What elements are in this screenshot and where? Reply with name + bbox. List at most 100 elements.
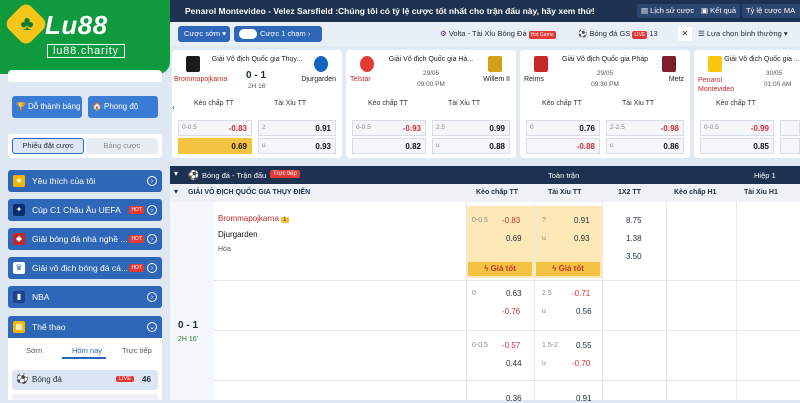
good-price-badge[interactable]: ϟ Giá tốt bbox=[468, 262, 532, 276]
odds-cell[interactable]: -0.70 bbox=[572, 359, 590, 368]
odds-cell[interactable]: -0.88 bbox=[526, 138, 600, 154]
sidebar-item-ucl[interactable]: ✦ Cúp C1 Châu Âu UEFA HOT › bbox=[8, 199, 162, 221]
odds-cell[interactable]: u 0.86 bbox=[606, 138, 684, 154]
odds-cell[interactable] bbox=[780, 120, 800, 136]
ou-line: ? bbox=[542, 217, 546, 224]
subtab-early[interactable]: Sớm bbox=[26, 346, 42, 355]
odds-cell[interactable]: u 0.93 bbox=[258, 138, 336, 154]
toggle-switch[interactable] bbox=[239, 29, 257, 39]
odds-cell[interactable]: -0.76 bbox=[502, 307, 520, 316]
chevron-left-icon[interactable]: ‹ bbox=[172, 102, 175, 112]
odds-cell[interactable] bbox=[780, 138, 800, 154]
card-score: 0 - 1 bbox=[246, 70, 267, 81]
collapse-icon[interactable]: ▾ bbox=[174, 169, 178, 178]
card-away-team: Willem II bbox=[483, 76, 510, 83]
home-team[interactable]: Brommapojkarna 1 bbox=[218, 214, 289, 223]
card-league: Giải Vô địch Quốc gia Pháp bbox=[562, 56, 648, 63]
odds-type-button[interactable]: Tỷ lệ cược MA bbox=[742, 4, 800, 18]
odds-cell[interactable]: 0-0.5 -0.93 bbox=[352, 120, 426, 136]
sport-row-next[interactable] bbox=[12, 394, 158, 400]
odds-cell[interactable]: 0.44 bbox=[506, 359, 522, 368]
odds-cell[interactable]: 2-2.5 -0.98 bbox=[606, 120, 684, 136]
odds-cell[interactable]: 0.55 bbox=[576, 341, 592, 350]
odds-cell[interactable]: 0.91 bbox=[576, 394, 592, 403]
match-card[interactable]: Giải Vô địch Quốc gia Hà... Telstar 29/0… bbox=[346, 50, 516, 158]
match-card[interactable]: Giải Vô địch Quốc gia Thụy... Brommapojk… bbox=[172, 50, 342, 158]
odds-cell[interactable]: 0.93 bbox=[574, 234, 590, 243]
col-divider bbox=[666, 202, 667, 400]
odds-cell[interactable]: -0.83 bbox=[502, 216, 520, 225]
good-price-badge[interactable]: ϟ Giá tốt bbox=[536, 262, 600, 276]
odds-cell[interactable]: u 0.88 bbox=[432, 138, 510, 154]
early-bets-button[interactable]: Cược sớm ▾ bbox=[178, 26, 230, 42]
room-icon: 🏠 bbox=[92, 102, 102, 111]
news-ticker: Penarol Montevideo - Velez Sarsfield :Ch… bbox=[185, 6, 595, 16]
odds-cell[interactable]: 8.75 bbox=[626, 216, 642, 225]
ou-line: 2.5 bbox=[542, 290, 552, 297]
odds-cell[interactable]: 0.91 bbox=[574, 216, 590, 225]
odds-cell[interactable]: 0.85 bbox=[700, 138, 774, 154]
sidebar-item-sports[interactable]: ▦ Thể thao ⌄ bbox=[8, 316, 162, 338]
live-badge[interactable]: Trực tiếp bbox=[270, 170, 300, 178]
tab-betslip[interactable]: Phiếu đặt cược bbox=[12, 138, 84, 154]
close-icon[interactable]: ✕ bbox=[678, 27, 692, 41]
odds-cell[interactable]: 2 0.91 bbox=[258, 120, 336, 136]
odds-cell[interactable]: 3.50 bbox=[626, 252, 642, 261]
collapse-icon[interactable]: ▾ bbox=[174, 187, 178, 196]
odds-cell[interactable]: 0-0.5 -0.83 bbox=[178, 120, 252, 136]
bet-history-button[interactable]: ▤ Lịch sử cược bbox=[637, 4, 699, 18]
odds-cell[interactable]: 0 0.76 bbox=[526, 120, 600, 136]
card-away-team: Metz bbox=[668, 76, 684, 83]
logo-domain: lu88.charity bbox=[47, 44, 125, 58]
odds-cell[interactable]: 0.82 bbox=[352, 138, 426, 154]
score-column bbox=[170, 202, 214, 400]
odds-cell[interactable]: 0.63 bbox=[506, 289, 522, 298]
ou-line: 1.5-2 bbox=[542, 342, 558, 349]
col-1x2: 1X2 TT bbox=[618, 189, 641, 196]
results-button[interactable]: ▣ Kết quả bbox=[697, 4, 741, 18]
tab-bet-table[interactable]: Bảng cược bbox=[86, 138, 158, 154]
sport-header: Bóng đá - Trận đấu bbox=[202, 171, 267, 180]
card-col-handicap: Kèo chấp TT bbox=[716, 100, 756, 107]
match-card[interactable]: Giải Vô địch Quốc gia ... Penarol Montev… bbox=[694, 50, 800, 158]
subtab-today[interactable]: Hôm nay bbox=[72, 346, 102, 355]
card-col-overunder: Tài Xỉu TT bbox=[274, 100, 307, 107]
odds-cell[interactable]: 0.69 bbox=[506, 234, 522, 243]
odds-cell[interactable]: -0.71 bbox=[572, 289, 590, 298]
sidebar-item-mls[interactable]: ◆ Giải bóng đá nhà nghề ... HOT › bbox=[8, 228, 162, 250]
one-click-toggle[interactable]: Cược 1 chạm › bbox=[234, 26, 322, 42]
sidebar-item-nba[interactable]: ▮ NBA › bbox=[8, 286, 162, 308]
sort-select[interactable]: ☰ Lựa chọn bình thường ▾ bbox=[698, 26, 800, 42]
volta-icon: ⚙ bbox=[440, 29, 449, 38]
col-divider bbox=[466, 202, 467, 400]
card-league: Giải Vô địch Quốc gia ... bbox=[724, 56, 800, 63]
odds-cell[interactable]: 2.5 0.99 bbox=[432, 120, 510, 136]
away-team[interactable]: Djurgarden bbox=[218, 230, 258, 239]
leaderboard-button[interactable]: 🏆 Dỗ thành bảng bbox=[12, 96, 82, 118]
subtab-underline bbox=[62, 357, 106, 359]
brand-logo[interactable]: ♣ Lu88 lu88.charity bbox=[0, 0, 170, 74]
live-game-gs[interactable]: ⚽ Bóng đá GS LIVE 13 bbox=[578, 26, 668, 42]
card-home-team: Brommapojkarna bbox=[174, 76, 228, 83]
card-col-overunder: Tài Xỉu TT bbox=[622, 100, 655, 107]
subtab-live[interactable]: Trực tiếp bbox=[122, 346, 152, 355]
results-icon: ▣ bbox=[701, 6, 711, 15]
odds-cell[interactable]: -0.57 bbox=[502, 341, 520, 350]
odds-cell-highlighted[interactable]: 0.69 bbox=[178, 138, 252, 154]
sport-row-football[interactable]: ⚽ Bóng đá LIVE 46 bbox=[12, 370, 158, 390]
football-icon: ⚽ bbox=[16, 374, 29, 385]
odds-cell[interactable]: 0.56 bbox=[576, 307, 592, 316]
odds-cell[interactable]: 0.36 bbox=[506, 394, 522, 403]
card-col-handicap: Kèo chấp TT bbox=[368, 100, 408, 107]
room-button[interactable]: 🏠 Phong độ bbox=[88, 96, 158, 118]
match-time: 2H 16' bbox=[178, 336, 199, 343]
sidebar-item-worldcup[interactable]: ♛ Giải vô địch bóng đá cá... HOT › bbox=[8, 257, 162, 279]
row-divider bbox=[214, 280, 800, 281]
match-card[interactable]: Giải Vô địch Quốc gia Pháp Reims 29/05 0… bbox=[520, 50, 690, 158]
odds-cell[interactable]: 0-0.5 -0.99 bbox=[700, 120, 774, 136]
row-divider bbox=[214, 380, 800, 381]
odds-cell[interactable]: 1.38 bbox=[626, 234, 642, 243]
trophy-icon: 🏆 bbox=[16, 102, 26, 111]
live-game-volta[interactable]: ⚙ Volta - Tài Xỉu Bóng Đá Hot Game bbox=[440, 26, 568, 42]
sidebar-item-favorites[interactable]: ★ Yêu thích của tôi › bbox=[8, 170, 162, 192]
